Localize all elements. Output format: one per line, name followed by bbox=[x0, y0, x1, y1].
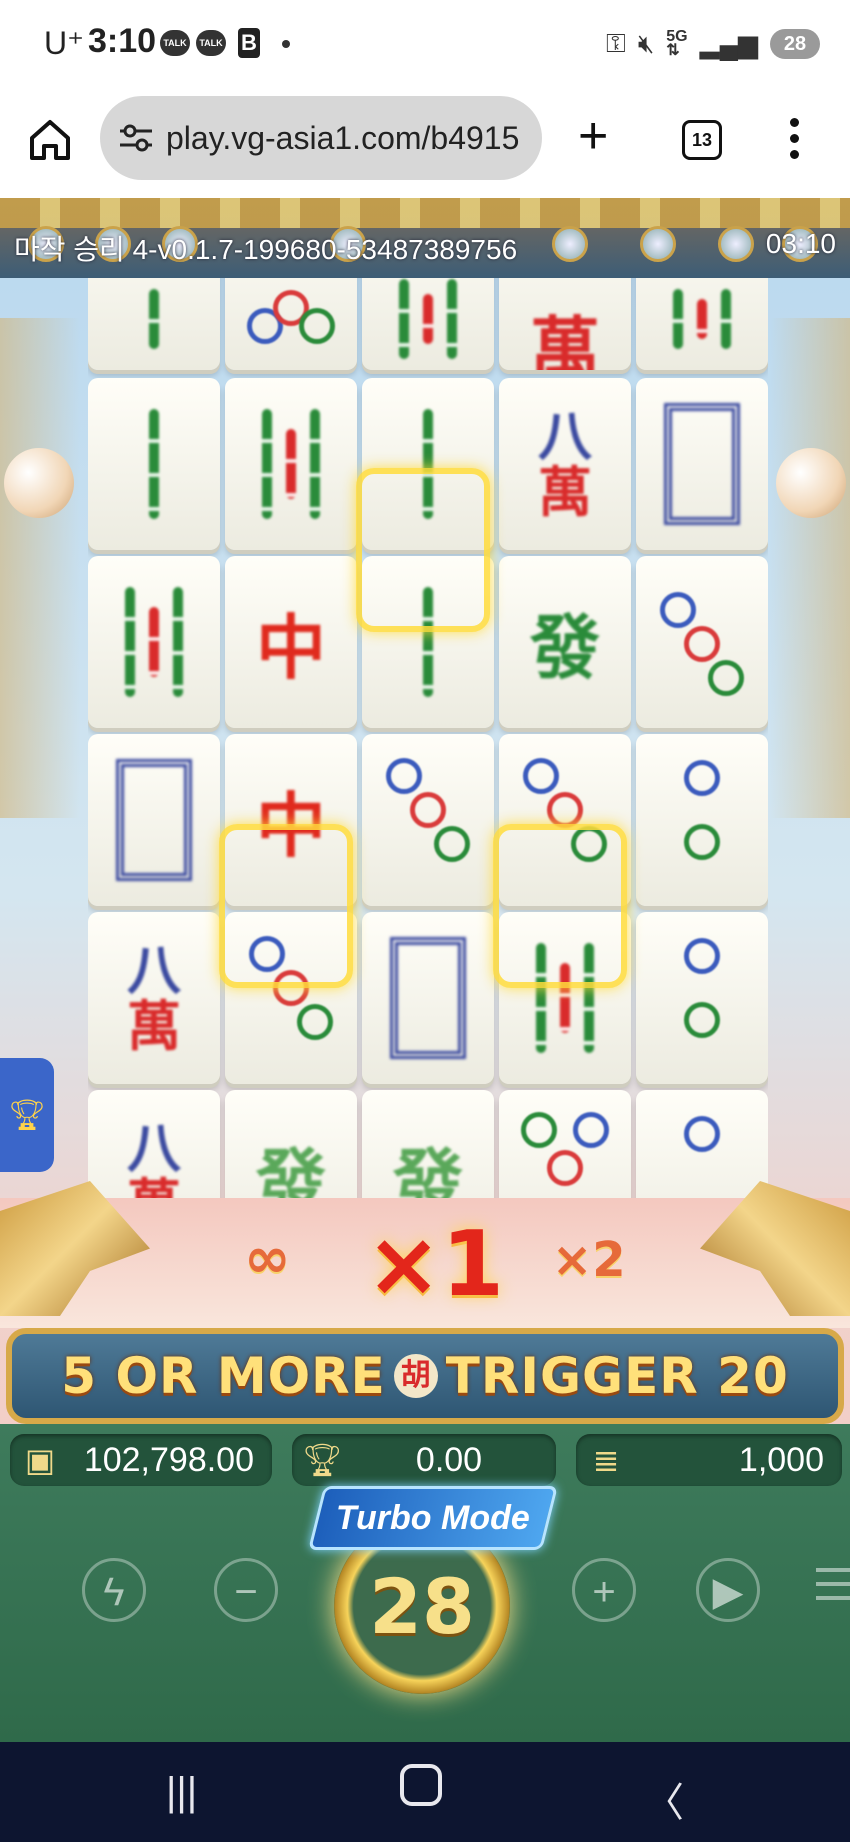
coins-icon: ≣ bbox=[592, 1442, 620, 1478]
site-settings-icon[interactable] bbox=[118, 123, 154, 153]
trophy-tab-button[interactable]: 🏆︎ bbox=[0, 1058, 54, 1172]
bet-minus-button[interactable]: − bbox=[214, 1558, 278, 1622]
autoplay-button[interactable]: ▶ bbox=[696, 1558, 760, 1622]
hu-tile-icon: 胡 bbox=[393, 1354, 438, 1398]
trophy-icon: 🏆︎ bbox=[7, 1098, 47, 1132]
wallet-icon: ▣ bbox=[24, 1442, 56, 1478]
pearl-right-icon bbox=[776, 448, 846, 518]
balance-display: ▣ 102,798.00 bbox=[10, 1434, 272, 1486]
banner-text-left: 5 OR MORE bbox=[61, 1347, 386, 1405]
control-panel: ▣ 102,798.00 🏆︎ 0.00 ≣ 1,000 ϟ − 28 Turb… bbox=[0, 1424, 850, 1742]
banner-text-right: TRIGGER 20 bbox=[445, 1347, 789, 1405]
tile-dots bbox=[636, 556, 768, 728]
dragon-left-decoration bbox=[0, 318, 80, 818]
turbo-lightning-button[interactable]: ϟ bbox=[82, 1558, 146, 1622]
bet-plus-button[interactable]: + bbox=[572, 1558, 636, 1622]
system-navigation-bar: ||| 〈 bbox=[0, 1742, 850, 1842]
tile-dots bbox=[636, 912, 768, 1084]
tile-dots bbox=[499, 1090, 631, 1198]
tile-dots bbox=[636, 1090, 768, 1198]
home-icon[interactable] bbox=[28, 118, 72, 162]
tile-bamboo bbox=[88, 378, 220, 550]
game-version-label: 마작 승리 4-v0.1.7-199680-53487389756 bbox=[14, 234, 518, 265]
spin-count: 28 bbox=[369, 1561, 475, 1651]
status-time: 3:10 bbox=[88, 22, 157, 60]
tile-bamboo bbox=[88, 556, 220, 728]
tile-dots bbox=[362, 734, 494, 906]
bet-value: 1,000 bbox=[738, 1440, 824, 1479]
match-highlight bbox=[356, 468, 490, 632]
url-text[interactable]: play.vg-asia1.com/b4915 bbox=[166, 120, 536, 157]
5g-icon: 5G ⇅ bbox=[666, 28, 688, 59]
turbo-mode-badge: Turbo Mode bbox=[308, 1486, 558, 1550]
balance-value: 102,798.00 bbox=[83, 1440, 254, 1479]
tile-character: 八萬 bbox=[499, 378, 631, 550]
autoplay-icon: ▶ bbox=[712, 1570, 744, 1614]
battery-icon: 28 bbox=[770, 29, 820, 59]
mute-icon: 🔇︎ bbox=[637, 28, 655, 58]
address-bar[interactable]: play.vg-asia1.com/b4915 bbox=[100, 96, 542, 180]
match-highlight bbox=[493, 824, 627, 988]
multiplier-current: ×1 bbox=[366, 1212, 505, 1317]
tile-white-dragon bbox=[88, 734, 220, 906]
tile-white-dragon bbox=[636, 378, 768, 550]
new-tab-button[interactable]: + bbox=[578, 110, 608, 162]
tile-bamboo bbox=[362, 278, 494, 370]
tile-character: 八萬 bbox=[88, 912, 220, 1084]
reel-grid: 萬 八萬 中 發 中 八 萬 八 發 發 bbox=[88, 278, 768, 1198]
pearl-left-icon bbox=[4, 448, 74, 518]
dragon-right-decoration bbox=[770, 318, 850, 818]
tab-switcher-button[interactable]: 13 bbox=[682, 120, 722, 160]
tile-green-dragon: 發 bbox=[499, 556, 631, 728]
win-value: 0.00 bbox=[415, 1440, 483, 1479]
tile-bamboo bbox=[88, 278, 220, 370]
tile-white-dragon bbox=[362, 912, 494, 1084]
bet-display: ≣ 1,000 bbox=[576, 1434, 842, 1486]
signal-icon: ▂▄▆ bbox=[699, 28, 758, 59]
b-app-icon: B bbox=[238, 28, 260, 58]
tile-character: 萬 bbox=[499, 278, 631, 370]
tile-red-dragon: 中 bbox=[225, 556, 357, 728]
multiplier-infinite: ∞ bbox=[244, 1226, 291, 1291]
trophy-icon: 🏆︎ bbox=[302, 1442, 343, 1478]
tile-bamboo bbox=[636, 278, 768, 370]
status-bar: U⁺ 3:10 TALK TALK B ⚿ 🔇︎ 5G ⇅ ▂▄▆ 28 bbox=[0, 0, 850, 88]
turbo-mode-label: Turbo Mode bbox=[336, 1498, 530, 1537]
recent-apps-icon[interactable]: ||| bbox=[166, 1770, 197, 1815]
tile-dots bbox=[225, 278, 357, 370]
kakaotalk-icon: TALK bbox=[196, 30, 226, 56]
game-clock: 03:10 bbox=[765, 228, 836, 259]
tile-bamboo bbox=[225, 378, 357, 550]
tile-character: 八萬 bbox=[88, 1090, 220, 1198]
browser-toolbar: play.vg-asia1.com/b4915 + 13 bbox=[0, 88, 850, 198]
game-canvas[interactable]: 마작 승리 4-v0.1.7-199680-53487389756 03:10 … bbox=[0, 198, 850, 1742]
lightning-icon: ϟ bbox=[103, 1570, 125, 1614]
key-icon: ⚿ bbox=[606, 28, 626, 58]
kakaotalk-icon: TALK bbox=[160, 30, 190, 56]
tile-green-dragon: 發 bbox=[362, 1090, 494, 1198]
tile-green-dragon: 發 bbox=[225, 1090, 357, 1198]
overflow-menu-icon[interactable] bbox=[790, 118, 800, 162]
carrier-label: U⁺ bbox=[44, 25, 84, 61]
game-menu-icon[interactable] bbox=[816, 1568, 850, 1610]
notification-dot-icon bbox=[282, 40, 290, 48]
feature-banner: 5 OR MORE 胡 TRIGGER 20 bbox=[6, 1328, 844, 1424]
back-icon[interactable]: 〈 bbox=[644, 1770, 684, 1828]
tile-dots bbox=[636, 734, 768, 906]
win-display: 🏆︎ 0.00 bbox=[292, 1434, 556, 1486]
status-icons: ⚿ 🔇︎ 5G ⇅ ▂▄▆ 28 bbox=[606, 24, 820, 64]
home-nav-icon[interactable] bbox=[400, 1764, 442, 1806]
multiplier-next: ×2 bbox=[552, 1232, 626, 1288]
match-highlight bbox=[219, 824, 353, 988]
